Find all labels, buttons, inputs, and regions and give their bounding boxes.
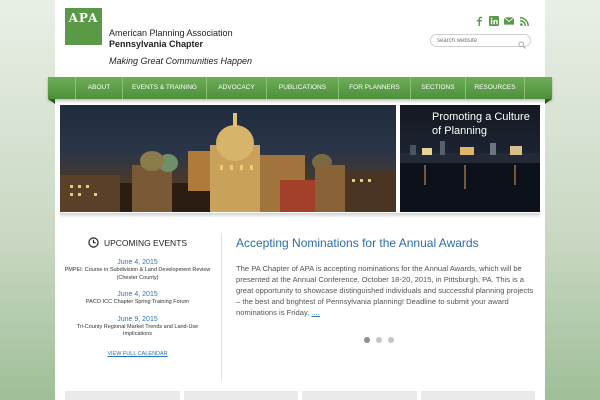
article-body: The PA Chapter of APA is accepting nomin… xyxy=(236,263,536,318)
rss-icon[interactable] xyxy=(519,16,529,26)
read-more-link[interactable]: .... xyxy=(311,308,319,317)
nav-item-events-training[interactable]: Events & Training xyxy=(122,77,206,99)
email-icon[interactable] xyxy=(504,16,514,26)
social-links xyxy=(474,16,529,26)
event-title[interactable]: PACO ICC Chapter Spring Training Forum xyxy=(55,299,220,307)
apa-logo[interactable]: APA xyxy=(65,8,102,45)
slider-dot-3[interactable] xyxy=(388,337,394,343)
event-title[interactable]: PMPEI: Course in Subdivision & Land Deve… xyxy=(55,267,220,282)
nav-item-sections[interactable]: Sections xyxy=(410,77,465,99)
footer-panels xyxy=(65,391,535,400)
search-input[interactable] xyxy=(437,36,517,46)
footer-panel xyxy=(65,391,180,400)
slider-dots xyxy=(364,337,394,343)
footer-panel xyxy=(302,391,417,400)
event-title[interactable]: Tri-County Regional Market Trends and La… xyxy=(55,324,220,339)
event-item[interactable]: June 4, 2015 PACO ICC Chapter Spring Tra… xyxy=(55,291,220,307)
upcoming-events: Upcoming Events June 4, 2015 PMPEI: Cour… xyxy=(55,236,220,357)
hero-capitol-image[interactable] xyxy=(60,105,396,212)
nav-item-resources[interactable]: Resources xyxy=(465,77,525,99)
footer-panel xyxy=(420,391,535,400)
event-date[interactable]: June 4, 2015 xyxy=(55,259,220,266)
nav-item-advocacy[interactable]: Advocacy xyxy=(206,77,266,99)
linkedin-icon[interactable] xyxy=(489,16,499,26)
hero-skyline-image[interactable]: Promoting a Culture of Planning xyxy=(400,105,540,212)
view-full-calendar-link[interactable]: View Full Calendar xyxy=(55,351,220,357)
capitol-night-illustration xyxy=(60,113,396,212)
slider-dot-1[interactable] xyxy=(364,337,370,343)
event-date[interactable]: June 4, 2015 xyxy=(55,291,220,298)
footer-panel xyxy=(183,391,298,400)
page-container: APA American Planning Association Pennsy… xyxy=(48,0,552,400)
nav-item-for-planners[interactable]: For Planners xyxy=(338,77,410,99)
events-heading-text: Upcoming Events xyxy=(103,238,188,248)
tagline: Making Great Communities Happen xyxy=(109,56,253,66)
event-item[interactable]: June 9, 2015 Tri-County Regional Market … xyxy=(55,316,220,339)
nav-item-publications[interactable]: Publications xyxy=(266,77,338,99)
nav-ribbon-fold-right xyxy=(545,99,552,104)
event-item[interactable]: June 4, 2015 PMPEI: Course in Subdivisio… xyxy=(55,259,220,282)
nav-item-about[interactable]: About xyxy=(75,77,122,99)
article-body-text: The PA Chapter of APA is accepting nomin… xyxy=(236,264,534,317)
events-heading: Upcoming Events xyxy=(55,236,220,250)
facebook-icon[interactable] xyxy=(474,16,484,26)
featured-article: Accepting Nominations for the Annual Awa… xyxy=(236,236,536,318)
main-nav: About Events & Training Advocacy Publica… xyxy=(48,77,552,99)
search-box xyxy=(430,34,531,49)
hero-shadow xyxy=(60,213,540,218)
event-date[interactable]: June 9, 2015 xyxy=(55,316,220,323)
nav-ribbon-fold-left xyxy=(48,99,55,104)
search-icon[interactable] xyxy=(518,36,526,54)
logo-text: APA xyxy=(68,11,99,25)
column-divider xyxy=(221,233,222,381)
slider-dot-2[interactable] xyxy=(376,337,382,343)
org-name: American Planning Association xyxy=(109,28,233,38)
hero-caption: Promoting a Culture of Planning xyxy=(432,111,530,137)
clock-icon xyxy=(88,236,99,250)
article-title[interactable]: Accepting Nominations for the Annual Awa… xyxy=(236,236,536,250)
chapter-name: Pennsylvania Chapter xyxy=(109,39,204,49)
